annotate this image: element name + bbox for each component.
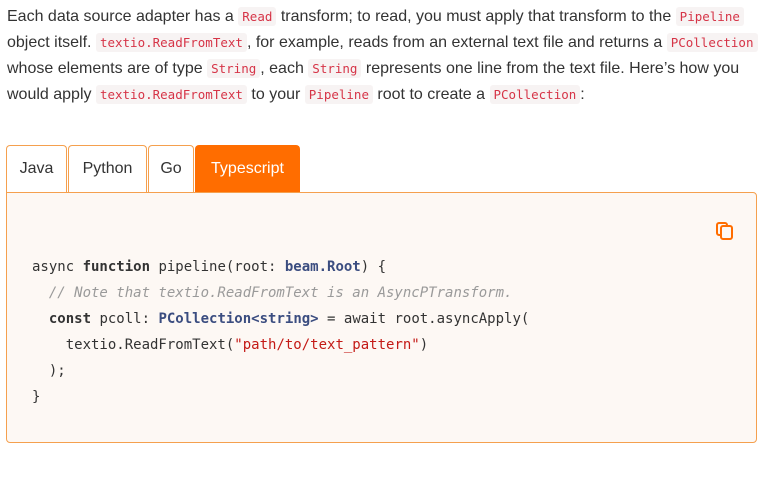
code-panel: async function pipeline(root: beam.Root)…	[6, 192, 757, 443]
inline-code-readfromtext: textio.ReadFromText	[95, 85, 247, 104]
language-tabs: Java Python Go Typescript	[6, 145, 300, 192]
code-keyword: function	[82, 259, 151, 275]
inline-code-readfromtext: textio.ReadFromText	[95, 33, 247, 52]
inline-code-string: String	[308, 59, 362, 78]
code-token: pcoll:	[91, 311, 159, 327]
copy-icon	[716, 222, 733, 240]
copy-button[interactable]	[715, 221, 735, 241]
code-line: textio.ReadFromText("path/to/text_patter…	[32, 332, 529, 358]
inline-code-pipeline: Pipeline	[675, 7, 744, 26]
intro-paragraph: Each data source adapter has a Read tran…	[7, 4, 767, 108]
paragraph-text: object itself.	[7, 34, 96, 51]
code-line: }	[32, 384, 529, 410]
code-token: )	[419, 337, 429, 353]
tab-typescript[interactable]: Typescript	[195, 145, 300, 192]
paragraph-text: to your	[246, 86, 305, 103]
code-line: const pcoll: PCollection<string> = await…	[32, 306, 529, 332]
code-block: async function pipeline(root: beam.Root)…	[32, 254, 529, 410]
inline-code-string: String	[207, 59, 261, 78]
paragraph-text: whose elements are of type	[7, 60, 208, 77]
inline-code-pcollection: PCollection	[489, 85, 581, 104]
code-comment: // Note that textio.ReadFromText is an A…	[48, 285, 513, 301]
code-token: pipeline(root:	[150, 259, 285, 275]
document: Each data source adapter has a Read tran…	[0, 0, 775, 480]
tab-python[interactable]: Python	[68, 145, 147, 192]
paragraph-text: , for example, reads from an external te…	[246, 34, 667, 51]
code-line: );	[32, 358, 529, 384]
code-token: async	[32, 259, 83, 275]
paragraph-text: transform; to read, you must apply that …	[276, 8, 676, 25]
code-type: beam.Root	[284, 259, 361, 275]
tab-java[interactable]: Java	[6, 145, 67, 192]
code-line: // Note that textio.ReadFromText is an A…	[32, 280, 529, 306]
tab-go[interactable]: Go	[148, 145, 194, 192]
inline-code-pcollection: PCollection	[666, 33, 758, 52]
code-keyword: const	[48, 311, 92, 327]
inline-code-pipeline: Pipeline	[304, 85, 373, 104]
code-token: ) {	[360, 259, 387, 275]
code-token: }	[32, 389, 41, 405]
paragraph-text: root to create a	[372, 86, 490, 103]
paragraph-text: :	[580, 86, 585, 103]
code-type: PCollection<string>	[158, 311, 319, 327]
code-token: = await root.asyncApply(	[318, 311, 530, 327]
code-token: );	[32, 363, 66, 379]
code-string: "path/to/text_pattern"	[234, 337, 420, 353]
code-token: textio.ReadFromText(	[65, 337, 235, 353]
inline-code-read: Read	[238, 7, 277, 26]
paragraph-text: , each	[260, 60, 309, 77]
code-line: async function pipeline(root: beam.Root)…	[32, 254, 529, 280]
paragraph-text: Each data source adapter has a	[7, 8, 239, 25]
